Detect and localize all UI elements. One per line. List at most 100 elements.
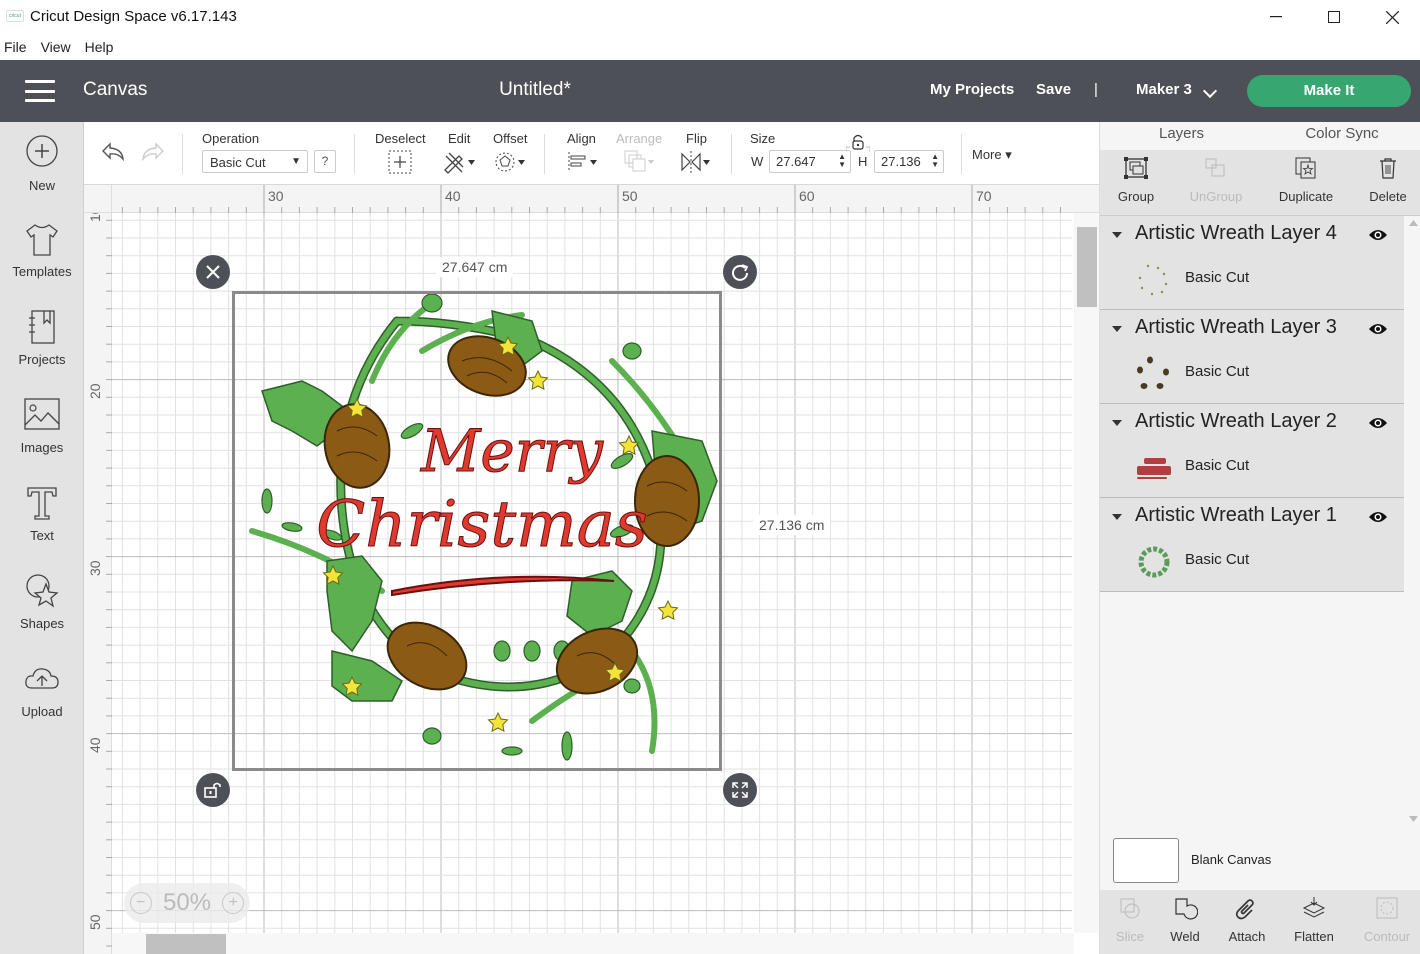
canvas-color-swatch[interactable]	[1113, 838, 1179, 883]
contour-label: Contour	[1363, 929, 1411, 944]
selection-bounding-box[interactable]	[232, 291, 722, 771]
ruler-label: 60	[799, 188, 815, 204]
make-it-button[interactable]: Make It	[1247, 75, 1411, 107]
lock-ratio-icon[interactable]	[846, 132, 870, 154]
duplicate-button[interactable]: Duplicate	[1271, 156, 1341, 204]
layer-thumbnail	[1138, 546, 1170, 578]
width-input[interactable]: 27.647 ▲ ▼	[769, 150, 851, 173]
collapse-caret-icon[interactable]	[1112, 514, 1122, 520]
edit-tools-icon[interactable]	[442, 150, 478, 174]
operation-select[interactable]: Basic Cut ▼	[202, 150, 308, 173]
close-window-button[interactable]	[1369, 4, 1415, 30]
width-value: 27.647	[776, 154, 816, 169]
operation-value: Basic Cut	[210, 155, 266, 170]
header-separator: |	[1094, 81, 1098, 98]
delete-button[interactable]: Delete	[1353, 156, 1420, 204]
menu-view[interactable]: View	[41, 39, 71, 55]
vertical-scrollbar-track[interactable]	[1074, 213, 1099, 933]
cricut-logo-icon: cricut	[6, 10, 24, 22]
flip-icon[interactable]	[679, 150, 715, 174]
layers-scrollbar[interactable]	[1406, 216, 1420, 826]
lock-proportions-handle[interactable]	[196, 773, 230, 807]
width-stepper-icon[interactable]: ▲ ▼	[838, 153, 846, 169]
sidebar-item-shapes[interactable]: Shapes	[0, 572, 84, 631]
document-title[interactable]: Untitled*	[0, 79, 1070, 101]
offset-label: Offset	[493, 131, 528, 146]
tab-color-sync[interactable]: Color Sync	[1263, 122, 1420, 152]
sidebar-label: Shapes	[19, 616, 65, 631]
edit-toolbar: Operation Basic Cut ▼ ? Deselect Edit Of…	[84, 122, 1099, 185]
machine-selector[interactable]: Maker 3	[1136, 81, 1192, 98]
image-icon	[24, 398, 60, 430]
delete-selection-handle[interactable]	[196, 255, 230, 289]
layer-item[interactable]: Artistic Wreath Layer 4 Basic Cut	[1100, 216, 1404, 310]
height-input[interactable]: 27.136 ▲ ▼	[874, 150, 944, 173]
window-title: Cricut Design Space v6.17.143	[30, 8, 237, 25]
ruler-label: 70	[976, 188, 992, 204]
sidebar-item-projects[interactable]: Projects	[0, 308, 84, 367]
collapse-caret-icon[interactable]	[1112, 326, 1122, 332]
layer-thumbnail	[1137, 458, 1171, 479]
menu-help[interactable]: Help	[85, 39, 114, 55]
tab-layers[interactable]: Layers	[1100, 122, 1263, 152]
chevron-down-icon[interactable]	[1202, 83, 1218, 99]
offset-icon[interactable]	[494, 150, 530, 174]
layer-operation: Basic Cut	[1185, 551, 1250, 568]
width-dimension-label: 27.647 cm	[436, 257, 514, 277]
sidebar-item-new[interactable]: New	[0, 134, 84, 193]
ruler-label: 40	[87, 737, 103, 753]
sidebar-item-upload[interactable]: Upload	[0, 660, 84, 719]
align-label: Align	[567, 131, 596, 146]
save-button[interactable]: Save	[1036, 81, 1071, 98]
attach-button[interactable]: Attach	[1217, 896, 1277, 944]
minimize-button[interactable]	[1253, 4, 1299, 30]
plus-circle-icon	[26, 135, 58, 167]
layer-item[interactable]: Artistic Wreath Layer 2 Basic Cut	[1100, 404, 1404, 498]
divider	[182, 134, 183, 174]
ungroup-button: UnGroup	[1181, 156, 1251, 204]
rotate-handle[interactable]	[723, 255, 757, 289]
zoom-in-button[interactable]: +	[222, 892, 245, 914]
width-label: W	[751, 154, 764, 169]
text-t-icon	[27, 487, 57, 520]
height-dimension-label: 27.136 cm	[753, 515, 831, 535]
collapse-caret-icon[interactable]	[1112, 232, 1122, 238]
collapse-caret-icon[interactable]	[1112, 420, 1122, 426]
operation-help-button[interactable]: ?	[314, 150, 336, 173]
undo-icon[interactable]	[100, 140, 126, 162]
flatten-button[interactable]: Flatten	[1284, 896, 1344, 944]
blank-canvas-row[interactable]: Blank Canvas	[1100, 828, 1420, 890]
deselect-icon[interactable]	[388, 150, 412, 174]
divider	[354, 134, 355, 174]
weld-button[interactable]: Weld	[1155, 896, 1215, 944]
sidebar-item-images[interactable]: Images	[0, 396, 84, 455]
group-button[interactable]: Group	[1101, 156, 1171, 204]
redo-icon[interactable]	[140, 140, 166, 162]
vertical-scrollbar-thumb[interactable]	[1077, 227, 1097, 307]
weld-label: Weld	[1170, 929, 1200, 944]
design-canvas[interactable]: 30 40 50 60 70 10 20 30 40 50 Merry Chri…	[84, 185, 1099, 954]
sidebar-item-text[interactable]: Text	[0, 484, 84, 543]
eye-icon[interactable]	[1368, 416, 1388, 430]
horizontal-scrollbar-thumb[interactable]	[146, 934, 226, 954]
sidebar-item-templates[interactable]: Templates	[0, 220, 84, 279]
layer-item[interactable]: Artistic Wreath Layer 1 Basic Cut	[1100, 498, 1404, 592]
my-projects-link[interactable]: My Projects	[930, 81, 1014, 98]
resize-handle[interactable]	[723, 773, 757, 807]
eye-icon[interactable]	[1368, 322, 1388, 336]
eye-icon[interactable]	[1368, 228, 1388, 242]
layer-item[interactable]: Artistic Wreath Layer 3 Basic Cut	[1100, 310, 1404, 404]
height-stepper-icon[interactable]: ▲ ▼	[931, 153, 939, 169]
height-value: 27.136	[881, 154, 921, 169]
arrange-icon	[624, 150, 654, 172]
align-icon[interactable]	[566, 150, 602, 174]
unlock-icon	[204, 782, 221, 798]
more-menu-button[interactable]: More ▾	[972, 147, 1012, 163]
zoom-out-button[interactable]: −	[129, 892, 152, 914]
maximize-button[interactable]	[1311, 4, 1357, 30]
menu-file[interactable]: File	[4, 39, 27, 55]
layer-tools: Group UnGroup Duplicate Delete	[1100, 150, 1420, 216]
rotate-icon	[732, 264, 749, 281]
horizontal-scrollbar-track[interactable]	[112, 933, 1074, 954]
eye-icon[interactable]	[1368, 510, 1388, 524]
